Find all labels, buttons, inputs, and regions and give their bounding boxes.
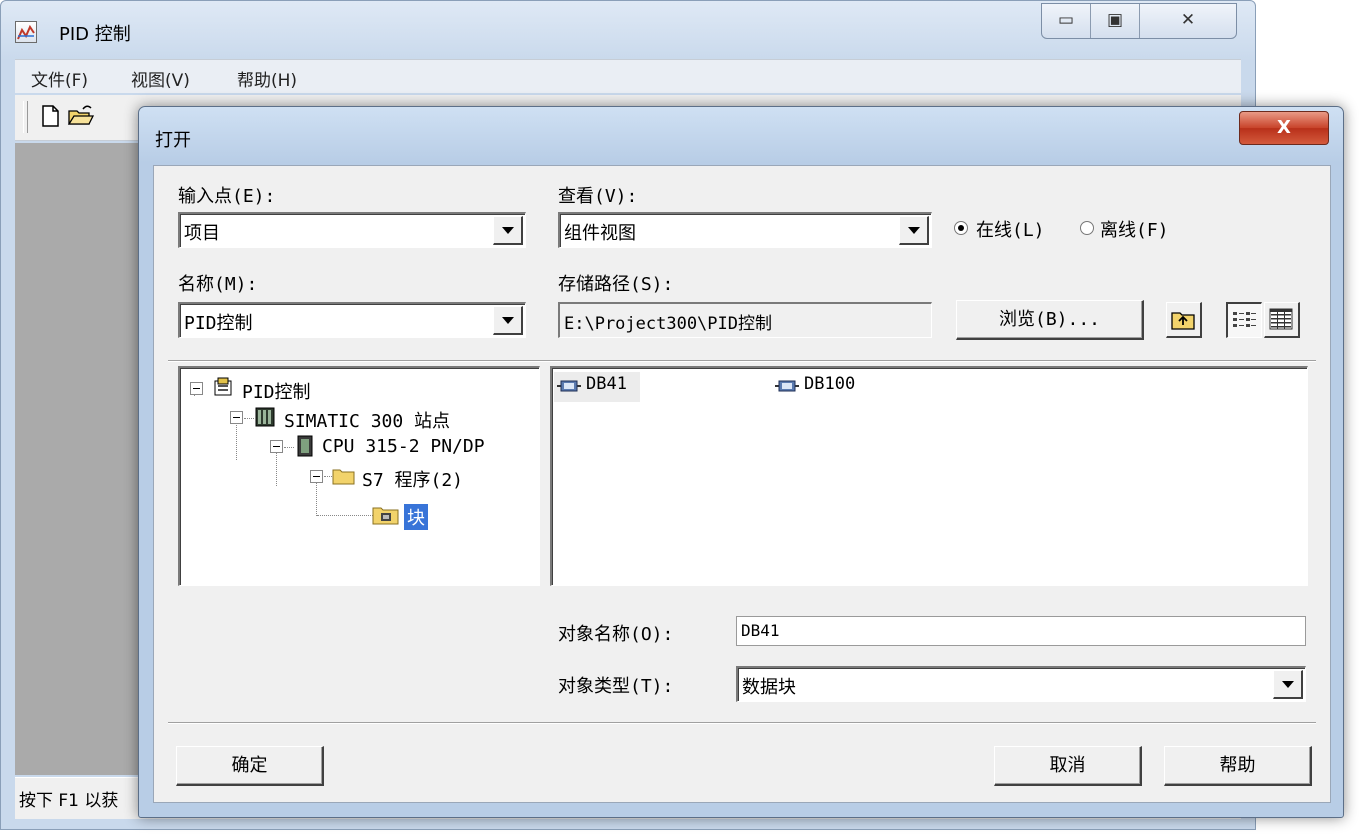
tree-item-project[interactable]: PID控制 xyxy=(188,376,528,403)
view-value: 组件视图 xyxy=(564,223,636,244)
object-name-input[interactable]: DB41 xyxy=(736,616,1306,646)
cpu-icon xyxy=(297,435,313,457)
collapse-icon[interactable] xyxy=(270,440,283,453)
ok-button[interactable]: 确定 xyxy=(176,746,324,786)
tree-item-blocks[interactable]: 块 xyxy=(372,502,462,530)
name-label: 名称(M): xyxy=(178,274,258,295)
minimize-icon: ▭ xyxy=(1057,10,1075,30)
pid-app-icon xyxy=(15,21,37,43)
storage-path-label: 存储路径(S): xyxy=(558,274,674,295)
object-name-value: DB41 xyxy=(741,621,780,640)
tree-item-cpu[interactable]: CPU 315-2 PN/DP xyxy=(268,434,534,460)
divider xyxy=(168,360,1316,362)
data-block-icon xyxy=(557,380,581,392)
storage-path-field: E:\Project300\PID控制 xyxy=(558,302,932,338)
offline-radio[interactable] xyxy=(1080,221,1094,235)
close-icon: ✕ xyxy=(1180,10,1196,30)
list-label-db100: DB100 xyxy=(804,374,856,394)
name-value: PID控制 xyxy=(184,313,253,334)
entry-point-select[interactable]: 项目 xyxy=(178,212,526,248)
project-icon xyxy=(214,377,232,396)
status-text: 按下 F1 以获 xyxy=(19,791,119,811)
close-icon: X xyxy=(1277,117,1291,138)
data-block-icon xyxy=(775,380,799,392)
open-dialog: 打开 X 输入点(E): 项目 查看(V): 组件视图 在线(L) 离线(F) … xyxy=(138,106,1344,818)
menu-help[interactable]: 帮助(H) xyxy=(237,66,297,91)
offline-label[interactable]: 离线(F) xyxy=(1100,216,1169,242)
tree-connector xyxy=(317,515,373,516)
menu-file[interactable]: 文件(F) xyxy=(31,66,88,91)
station-icon xyxy=(255,407,275,427)
new-document-icon[interactable] xyxy=(37,103,63,129)
tree-item-program[interactable]: S7 程序(2) xyxy=(308,464,528,491)
online-radio[interactable] xyxy=(954,221,968,235)
object-type-label: 对象类型(T): xyxy=(558,676,674,697)
parent-titlebar: PID 控制 ▭ ▣ ✕ xyxy=(1,1,1255,61)
tree-label-program: S7 程序(2) xyxy=(362,470,464,491)
collapse-icon[interactable] xyxy=(190,382,203,395)
tree-item-station[interactable]: SIMATIC 300 站点 xyxy=(228,405,528,432)
list-view-icon[interactable] xyxy=(1226,302,1262,338)
entry-point-value: 项目 xyxy=(184,223,220,244)
chevron-down-icon[interactable] xyxy=(493,306,523,335)
window-controls: ▭ ▣ ✕ xyxy=(1041,3,1237,39)
chevron-down-icon[interactable] xyxy=(899,216,929,245)
collapse-icon[interactable] xyxy=(230,411,243,424)
object-list[interactable]: DB41 DB100 xyxy=(550,366,1308,586)
list-item-db100[interactable]: DB100 xyxy=(772,372,872,402)
storage-path-value: E:\Project300\PID控制 xyxy=(564,314,772,334)
maximize-icon: ▣ xyxy=(1106,10,1124,30)
name-select[interactable]: PID控制 xyxy=(178,302,526,338)
up-one-level-icon[interactable] xyxy=(1166,302,1202,338)
blocks-folder-icon xyxy=(372,507,399,525)
cancel-button[interactable]: 取消 xyxy=(994,746,1142,786)
tree-label-project: PID控制 xyxy=(242,382,311,403)
tree-label-station: SIMATIC 300 站点 xyxy=(284,411,451,432)
folder-icon xyxy=(332,469,355,485)
chevron-down-icon[interactable] xyxy=(493,216,523,245)
dialog-title: 打开 xyxy=(155,130,191,151)
help-button[interactable]: 帮助 xyxy=(1164,746,1312,786)
chevron-down-icon[interactable] xyxy=(1273,670,1303,699)
list-label-db41: DB41 xyxy=(586,374,627,394)
dialog-close-button[interactable]: X xyxy=(1239,111,1329,145)
minimize-button[interactable]: ▭ xyxy=(1042,4,1091,38)
open-folder-icon[interactable] xyxy=(67,103,95,129)
dialog-body: 输入点(E): 项目 查看(V): 组件视图 在线(L) 离线(F) 名称(M)… xyxy=(153,165,1331,803)
details-view-icon[interactable] xyxy=(1264,302,1300,338)
tree-label-blocks: 块 xyxy=(404,504,428,530)
collapse-icon[interactable] xyxy=(310,470,323,483)
parent-window-title: PID 控制 xyxy=(59,24,131,45)
menu-view[interactable]: 视图(V) xyxy=(131,66,190,91)
project-tree[interactable]: PID控制 SIMATIC 300 站点 CPU 315-2 PN/DP S7 … xyxy=(178,366,540,586)
object-type-value: 数据块 xyxy=(742,677,796,698)
entry-point-label: 输入点(E): xyxy=(178,186,276,207)
close-button[interactable]: ✕ xyxy=(1140,4,1236,38)
online-label[interactable]: 在线(L) xyxy=(976,216,1045,242)
view-select[interactable]: 组件视图 xyxy=(558,212,932,248)
object-name-label: 对象名称(O): xyxy=(558,624,674,645)
tree-label-cpu: CPU 315-2 PN/DP xyxy=(322,436,485,457)
object-type-select[interactable]: 数据块 xyxy=(736,666,1306,702)
divider xyxy=(168,722,1316,724)
toolbar-grip[interactable] xyxy=(23,101,28,133)
view-label: 查看(V): xyxy=(558,186,638,207)
browse-button[interactable]: 浏览(B)... xyxy=(956,300,1144,340)
maximize-button[interactable]: ▣ xyxy=(1091,4,1140,38)
list-item-db41[interactable]: DB41 xyxy=(554,372,640,402)
menu-bar: 文件(F) 视图(V) 帮助(H) xyxy=(15,59,1241,93)
